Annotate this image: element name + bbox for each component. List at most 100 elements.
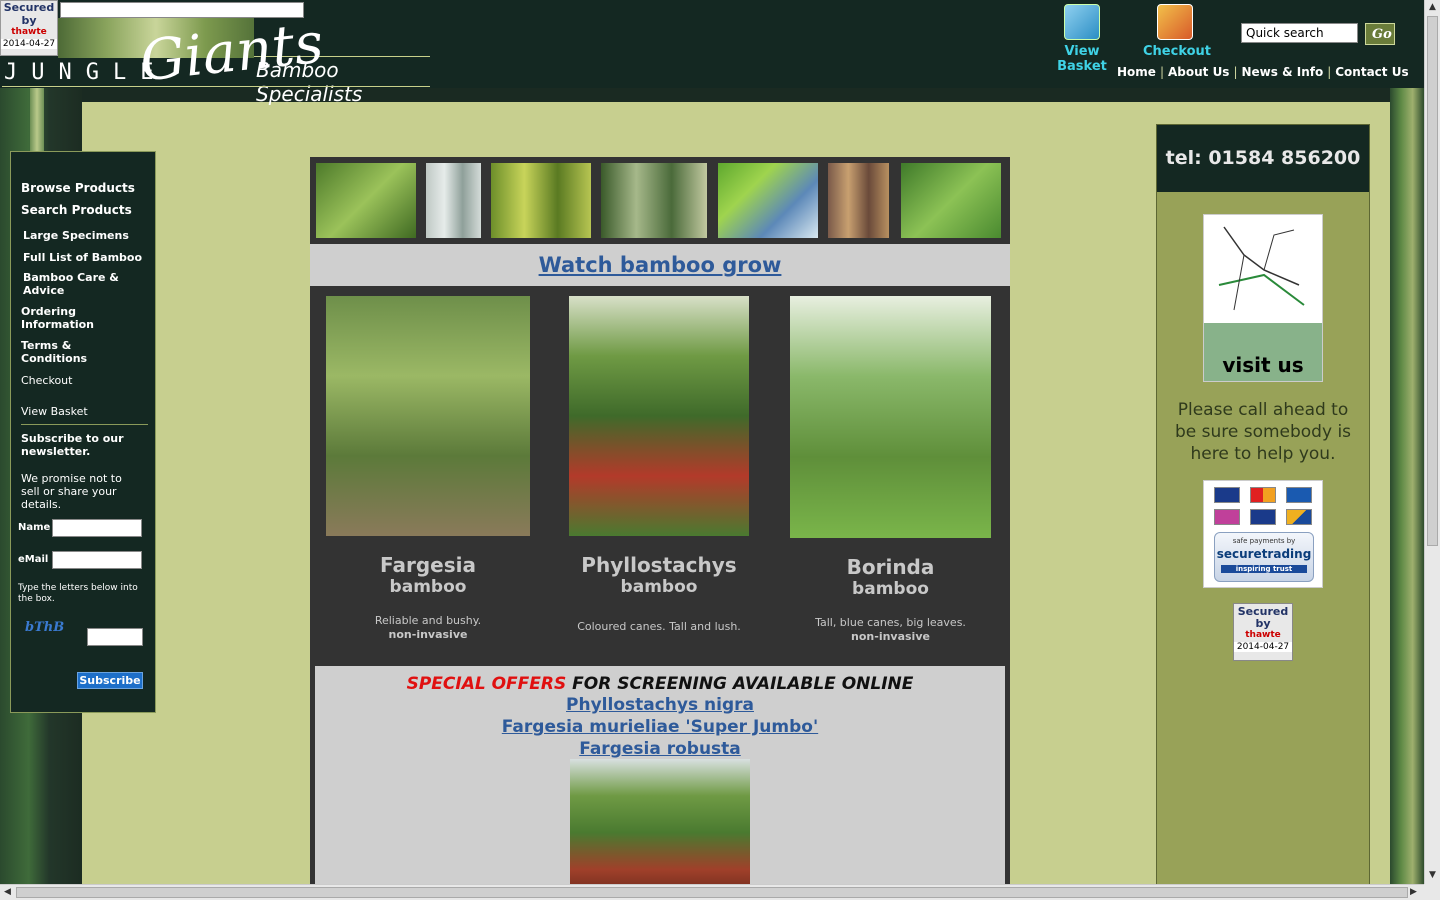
bamboo-thumbnail[interactable] (601, 163, 707, 238)
product-name: Phyllostachys (581, 553, 737, 577)
location-map[interactable]: visit us (1203, 214, 1323, 382)
scroll-left-icon[interactable]: ◀ (4, 887, 11, 897)
sidebar-item-bamboo-care[interactable]: Bamboo Care & Advice (23, 271, 133, 297)
mastercard-icon (1250, 487, 1276, 503)
bamboo-thumbnail[interactable] (426, 163, 481, 238)
newsletter-promise: We promise not to sell or share your det… (21, 472, 122, 511)
maestro-card-icon (1286, 487, 1312, 503)
sidebar-item-large-specimens[interactable]: Large Specimens (23, 229, 129, 242)
logo-tagline: Bamboo Specialists (256, 58, 363, 106)
watch-bamboo-bar: Watch bamboo grow (310, 244, 1010, 286)
thawte-secured-text: Secured (3, 1, 55, 14)
nav-about-us[interactable]: About Us (1168, 65, 1229, 79)
sidebar-item-ordering-info[interactable]: Ordering Information (21, 305, 131, 331)
quick-search-input[interactable] (1241, 23, 1358, 43)
product-description: Coloured canes. Tall and lush. (577, 620, 741, 633)
bamboo-thumbnail[interactable] (491, 163, 591, 238)
view-basket-link[interactable]: View Basket (1040, 4, 1124, 74)
product-name: Borinda (846, 555, 935, 579)
thawte-date-text: 2014-04-27 (1234, 642, 1292, 652)
subscribe-button[interactable]: Subscribe (77, 672, 143, 689)
nav-separator: | (1327, 65, 1332, 79)
sidebar-item-checkout[interactable]: Checkout (21, 374, 72, 387)
visit-us-label: visit us (1204, 323, 1322, 381)
checkout-link[interactable]: Checkout (1143, 4, 1211, 59)
nav-news-info[interactable]: News & Info (1242, 65, 1324, 79)
solo-card-icon (1214, 509, 1240, 525)
nav-home[interactable]: Home (1117, 65, 1156, 79)
left-sidebar: Browse Products Search Products Large Sp… (10, 151, 156, 713)
jungle-giants-logo[interactable]: JUNGLE Giants Bamboo Specialists (0, 11, 430, 133)
borinda-photo[interactable] (790, 296, 991, 538)
offer-link-fargesia-robusta[interactable]: Fargesia robusta (315, 738, 1005, 760)
payment-methods: safe payments by securetrading inspiring… (1203, 480, 1323, 588)
sidebar-divider (21, 424, 148, 425)
product-subtitle: bamboo (852, 579, 929, 599)
checkout-label: Checkout (1143, 44, 1212, 59)
offer-link-phyllostachys-nigra[interactable]: Phyllostachys nigra (315, 694, 1005, 716)
horizontal-scroll-thumb[interactable] (16, 887, 1408, 898)
screening-photo[interactable] (570, 759, 750, 889)
newsletter-email-input[interactable] (52, 551, 142, 569)
securetrading-top-text: safe payments by (1232, 537, 1296, 545)
captcha-image: bThB (25, 620, 65, 635)
special-offers-box: SPECIAL OFFERS FOR SCREENING AVAILABLE O… (315, 666, 1005, 897)
offer-link-fargesia-super-jumbo[interactable]: Fargesia murieliae 'Super Jumbo' (315, 716, 1005, 738)
top-navigation: Home | About Us | News & Info | Contact Us (1117, 65, 1409, 79)
sidebar-item-full-list[interactable]: Full List of Bamboo (23, 251, 142, 264)
telephone-number: tel: 01584 856200 (1157, 125, 1369, 192)
sidebar-item-search-products[interactable]: Search Products (21, 204, 132, 217)
securetrading-brand: securetrading (1216, 547, 1312, 561)
scroll-right-icon[interactable]: ▶ (1410, 887, 1417, 897)
product-name: Fargesia (380, 553, 476, 577)
visa-card-icon (1214, 487, 1240, 503)
scroll-down-icon[interactable]: ▼ (1429, 870, 1436, 880)
nav-separator: | (1159, 65, 1164, 79)
product-subtitle: bamboo (389, 577, 467, 597)
newsletter-name-input[interactable] (52, 519, 142, 537)
jcb-card-icon (1286, 509, 1312, 525)
sidebar-item-terms[interactable]: Terms & Conditions (21, 339, 131, 365)
vertical-scrollbar[interactable]: ▲ ▼ (1424, 0, 1440, 884)
vertical-scroll-thumb[interactable] (1427, 16, 1438, 546)
product-subtitle: bamboo (620, 577, 698, 597)
bamboo-thumbnail[interactable] (828, 163, 889, 238)
horizontal-scrollbar[interactable]: ◀ ▶ (0, 884, 1424, 900)
visa-electron-icon (1250, 509, 1276, 525)
special-offers-red-text: SPECIAL OFFERS (406, 674, 567, 694)
bamboo-thumbnail[interactable] (718, 163, 818, 238)
securetrading-tagline: inspiring trust (1221, 565, 1307, 573)
newsletter-title: Subscribe to our newsletter. (21, 432, 124, 458)
bamboo-thumbnail[interactable] (901, 163, 1001, 238)
center-content: Watch bamboo grow Fargesia bamboo Reliab… (310, 157, 1010, 897)
right-column: tel: 01584 856200 visit us Please call a… (1156, 124, 1370, 894)
basket-icon (1064, 4, 1100, 40)
view-basket-label: View Basket (1057, 44, 1107, 74)
scroll-up-icon[interactable]: ▲ (1429, 2, 1436, 12)
scrollbar-corner (1424, 884, 1440, 900)
phyllostachys-photo[interactable] (569, 296, 749, 536)
product-note: non-invasive (388, 628, 468, 641)
product-description: Reliable and bushy. (374, 614, 482, 627)
logo-divider-bottom (2, 86, 430, 87)
right-bamboo-background (1390, 88, 1424, 888)
watch-bamboo-grow-link[interactable]: Watch bamboo grow (539, 253, 782, 277)
nav-separator: | (1233, 65, 1238, 79)
product-note: non-invasive (851, 630, 930, 643)
captcha-input[interactable] (87, 628, 143, 646)
thawte-seal-right[interactable]: Secured by thawte 2014-04-27 (1233, 603, 1293, 661)
product-card-phyllostachys[interactable]: Phyllostachys bamboo Coloured canes. Tal… (569, 296, 749, 634)
thawte-brand-text: thawte (1245, 630, 1281, 640)
email-label: eMail (18, 554, 49, 565)
nav-contact-us[interactable]: Contact Us (1335, 65, 1408, 79)
product-card-fargesia[interactable]: Fargesia bamboo Reliable and bushy. non-… (326, 296, 530, 642)
product-card-borinda[interactable]: Borinda bamboo Tall, blue canes, big lea… (790, 296, 991, 644)
sidebar-item-view-basket[interactable]: View Basket (21, 405, 88, 418)
go-button[interactable]: Go (1365, 23, 1395, 45)
securetrading-badge[interactable]: safe payments by securetrading inspiring… (1214, 532, 1314, 582)
call-ahead-text: Please call ahead to be sure somebody is… (1174, 400, 1352, 464)
sidebar-item-browse-products[interactable]: Browse Products (21, 182, 135, 195)
bamboo-thumbnail[interactable] (316, 163, 416, 238)
credit-card-icon (1157, 4, 1193, 40)
fargesia-photo[interactable] (326, 296, 530, 536)
